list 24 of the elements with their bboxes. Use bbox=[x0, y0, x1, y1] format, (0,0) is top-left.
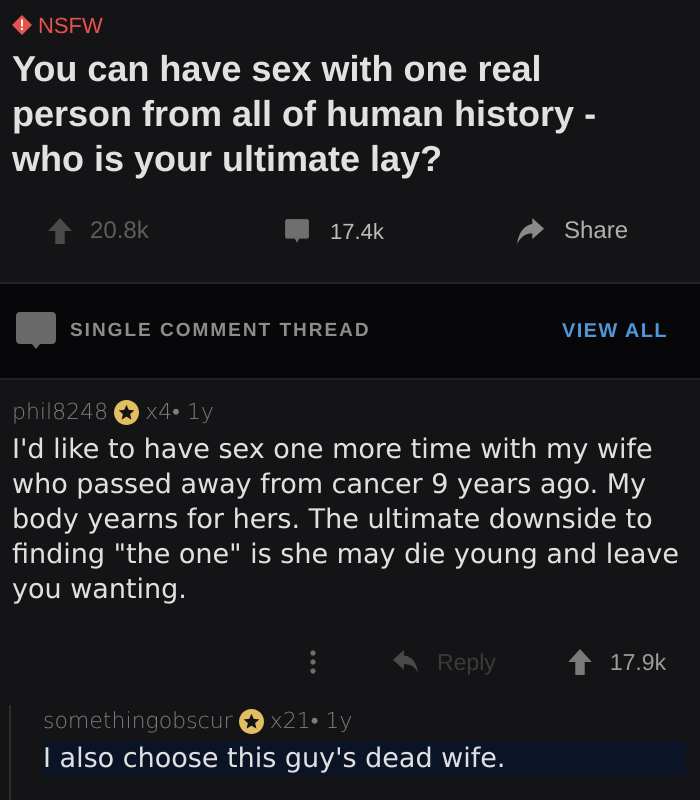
star-award-icon bbox=[114, 400, 140, 424]
star-award-icon bbox=[238, 708, 264, 734]
view-all-link[interactable]: VIEW ALL bbox=[562, 316, 668, 346]
upvote-count: 20.8k bbox=[90, 216, 149, 246]
comment-bubble-icon bbox=[16, 312, 56, 350]
share-arrow-icon bbox=[516, 217, 544, 245]
share-button[interactable]: Share bbox=[516, 213, 628, 249]
upvote-icon[interactable] bbox=[48, 218, 72, 244]
more-options-icon[interactable] bbox=[310, 650, 316, 674]
comment-meta: x21• 1y bbox=[270, 708, 352, 736]
reply-arrow-icon bbox=[393, 650, 419, 674]
comment-body: I also choose this guy's dead wife. bbox=[43, 741, 686, 776]
comment-author[interactable]: phil8248 bbox=[12, 396, 108, 428]
comment-meta: x4• 1y bbox=[145, 398, 214, 426]
comment-bubble-icon[interactable] bbox=[284, 218, 310, 244]
comment-score: 17.9k bbox=[610, 648, 666, 677]
comment-count: 17.4k bbox=[330, 218, 384, 246]
comment-body: I'd like to have sex one more time with my wife who passed away from cancer 9 years ago. My body yearns for hers. The ultimate downside to finding "the one" is she may die young and leave you wanting. bbox=[12, 433, 680, 607]
comment-author[interactable]: somethingobscur bbox=[43, 704, 233, 738]
thread-header-label: SINGLE COMMENT THREAD bbox=[70, 318, 371, 343]
post-title: You can have sex with one real person from all of human history - who is your ultimate lay? bbox=[12, 47, 598, 181]
warning-diamond-icon bbox=[12, 15, 32, 35]
nsfw-label: NSFW bbox=[38, 12, 103, 40]
upvote-icon[interactable] bbox=[568, 649, 592, 675]
